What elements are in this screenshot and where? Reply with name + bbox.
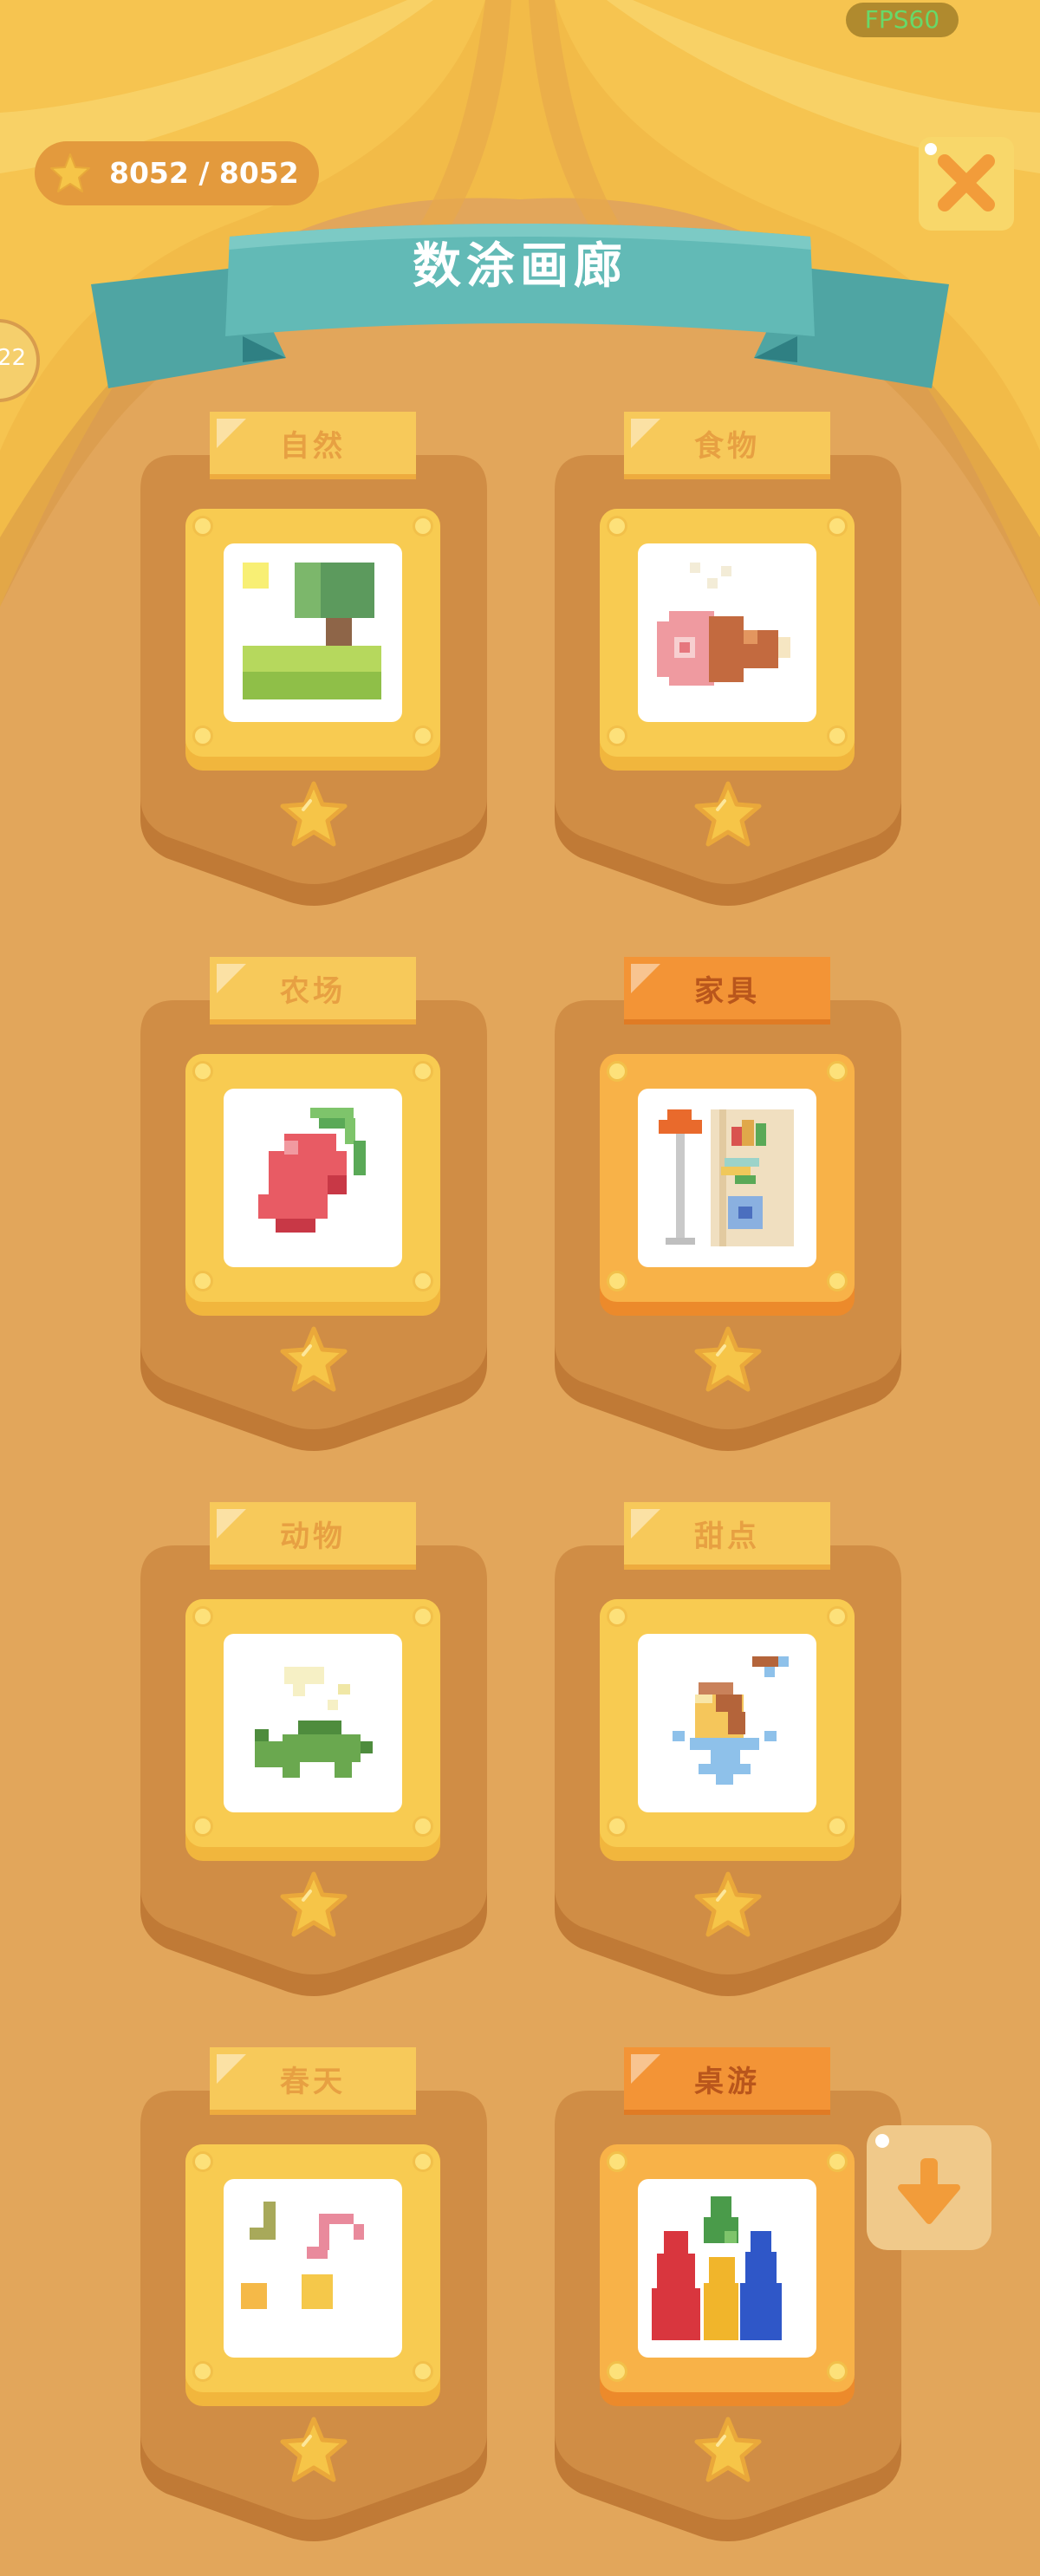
category-label: 春天 (280, 2065, 346, 2099)
animal-turtle-pixel-icon (255, 1667, 373, 1778)
boardgame-pieces-pixel-icon (652, 2196, 782, 2340)
category-label: 农场 (280, 974, 346, 1009)
arrow-down-icon (875, 2134, 960, 2224)
category-tab: 春天 (210, 2047, 416, 2115)
side-badge-label: 22 (0, 345, 26, 371)
star-icon (280, 1326, 348, 1392)
category-label: 动物 (280, 1519, 346, 1554)
category-thumbnail (638, 543, 816, 722)
category-card[interactable]: 食物 (555, 412, 901, 940)
category-card[interactable]: 春天 (140, 2047, 487, 2576)
category-thumbnail (638, 1634, 816, 1812)
category-card[interactable]: 家具 (555, 957, 901, 1486)
category-card[interactable]: 自然 (140, 412, 487, 940)
category-frame (185, 1599, 440, 1861)
category-card[interactable]: 甜点 (555, 1502, 901, 2031)
star-icon (280, 2417, 348, 2482)
star-score-pill: 8052 / 8052 (35, 141, 319, 205)
category-frame (600, 1599, 855, 1861)
star-icon (694, 1326, 762, 1392)
farm-chili-pixel-icon (258, 1108, 366, 1233)
category-frame (600, 509, 855, 771)
food-ham-pixel-icon (657, 563, 790, 686)
star-score-text: 8052 / 8052 (109, 156, 299, 190)
category-frame (600, 2144, 855, 2406)
category-tab: 农场 (210, 957, 416, 1025)
star-icon (280, 781, 348, 847)
category-frame (185, 1054, 440, 1316)
category-tab: 桌游 (624, 2047, 830, 2115)
nature-tree-pixel-icon (243, 563, 381, 699)
category-frame (185, 2144, 440, 2406)
star-icon (694, 781, 762, 847)
category-tab: 食物 (624, 412, 830, 479)
furniture-shelf-pixel-icon (659, 1109, 794, 1246)
star-icon (694, 1871, 762, 1937)
fps-counter: FPS60 (846, 3, 959, 37)
star-icon (280, 1871, 348, 1937)
category-tab: 家具 (624, 957, 830, 1025)
category-thumbnail (638, 1089, 816, 1267)
category-thumbnail (224, 1089, 402, 1267)
dessert-icecream-pixel-icon (673, 1656, 789, 1785)
category-tab: 甜点 (624, 1502, 830, 1570)
category-label: 食物 (694, 429, 760, 464)
category-card[interactable]: 桌游 (555, 2047, 901, 2576)
category-thumbnail (224, 543, 402, 722)
category-frame (185, 509, 440, 771)
star-icon (694, 2417, 762, 2482)
category-frame (600, 1054, 855, 1316)
page-title: 数涂画廊 (413, 238, 627, 295)
category-label: 桌游 (694, 2065, 760, 2099)
category-thumbnail (224, 1634, 402, 1812)
category-label: 家具 (694, 974, 760, 1009)
category-tab: 动物 (210, 1502, 416, 1570)
category-card[interactable]: 动物 (140, 1502, 487, 2031)
category-label: 自然 (280, 429, 346, 464)
spring-music-pixel-icon (241, 2202, 364, 2309)
category-thumbnail (638, 2179, 816, 2358)
star-icon (50, 153, 90, 192)
category-card[interactable]: 农场 (140, 957, 487, 1486)
scroll-down-button[interactable] (867, 2125, 991, 2250)
category-tab: 自然 (210, 412, 416, 479)
category-thumbnail (224, 2179, 402, 2358)
category-label: 甜点 (694, 1519, 760, 1554)
